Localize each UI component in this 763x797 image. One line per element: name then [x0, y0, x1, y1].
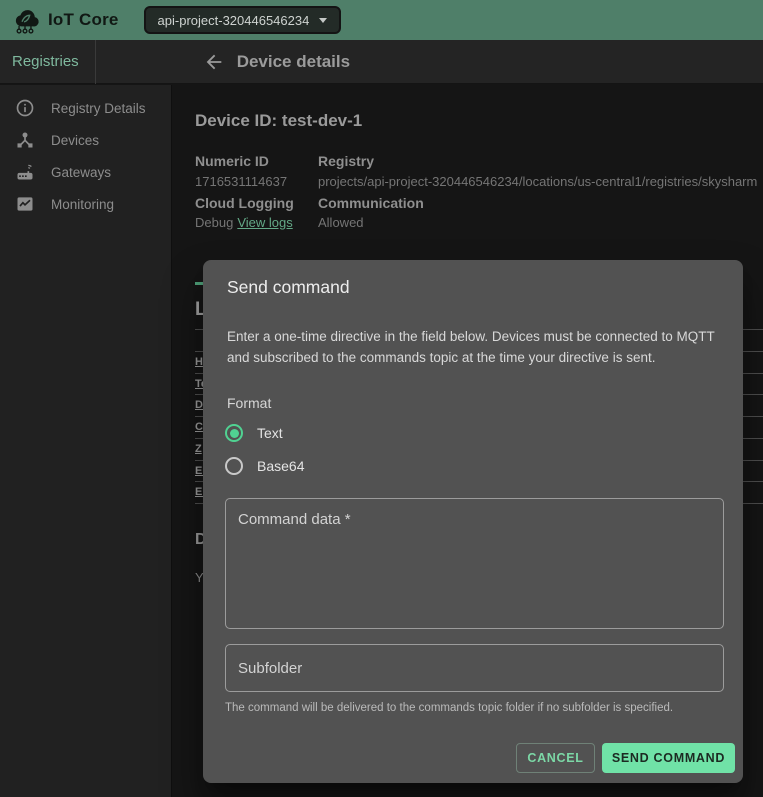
sidebar: Registry Details Devices Gateways Monito…: [0, 85, 172, 797]
sidebar-item-registry-details[interactable]: Registry Details: [0, 92, 171, 124]
registries-link[interactable]: Registries: [12, 53, 79, 70]
dropdown-caret-icon: [319, 18, 327, 23]
radio-label: Text: [257, 425, 283, 441]
sidebar-item-label: Gateways: [51, 165, 111, 180]
sidebar-item-label: Registry Details: [51, 101, 146, 116]
cloud-logging-value: DebugView logs: [195, 215, 293, 230]
subfolder-input[interactable]: [225, 644, 724, 692]
iot-core-logo-icon: [8, 4, 42, 36]
monitoring-icon: [15, 194, 35, 214]
numeric-id-label: Numeric ID: [195, 153, 269, 169]
cloud-logging-label: Cloud Logging: [195, 195, 294, 211]
numeric-id-value: 1716531114637: [195, 174, 287, 189]
registry-value: projects/api-project-320446546234/locati…: [318, 174, 757, 189]
send-command-button[interactable]: SEND COMMAND: [602, 743, 735, 773]
radio-option-base64[interactable]: Base64: [225, 457, 304, 475]
project-selector[interactable]: api-project-320446546234: [144, 6, 342, 34]
radio-unselected-icon: [225, 457, 243, 475]
radio-label: Base64: [257, 458, 304, 474]
cancel-button[interactable]: CANCEL: [516, 743, 595, 773]
sidebar-item-label: Devices: [51, 133, 99, 148]
radio-option-text[interactable]: Text: [225, 424, 283, 442]
send-command-dialog: Send command Enter a one-time directive …: [203, 260, 743, 783]
communication-value: Allowed: [318, 215, 364, 230]
command-data-textarea[interactable]: [225, 498, 724, 629]
communication-label: Communication: [318, 195, 424, 211]
back-arrow-icon[interactable]: [201, 49, 227, 75]
radio-selected-icon: [225, 424, 243, 442]
format-label: Format: [227, 395, 271, 411]
sidebar-item-label: Monitoring: [51, 197, 114, 212]
device-hub-icon: [15, 130, 35, 150]
sidebar-item-gateways[interactable]: Gateways: [0, 156, 171, 188]
dialog-description: Enter a one-time directive in the field …: [227, 326, 717, 368]
router-icon: [15, 162, 35, 182]
registry-label: Registry: [318, 153, 374, 169]
page-header: Registries Device details: [0, 40, 763, 84]
device-id-title: Device ID: test-dev-1: [195, 111, 362, 131]
info-icon: [15, 98, 35, 118]
topbar: IoT Core api-project-320446546234: [0, 0, 763, 40]
project-selector-value: api-project-320446546234: [158, 13, 310, 28]
subfolder-helper-text: The command will be delivered to the com…: [225, 702, 673, 714]
dialog-title: Send command: [227, 277, 350, 298]
sidebar-item-monitoring[interactable]: Monitoring: [0, 188, 171, 220]
sidebar-item-devices[interactable]: Devices: [0, 124, 171, 156]
view-logs-link[interactable]: View logs: [237, 215, 292, 230]
header-divider: [95, 40, 96, 84]
page-title: Device details: [237, 52, 350, 72]
dialog-actions: CANCEL SEND COMMAND: [516, 743, 735, 773]
app-title: IoT Core: [48, 10, 119, 30]
